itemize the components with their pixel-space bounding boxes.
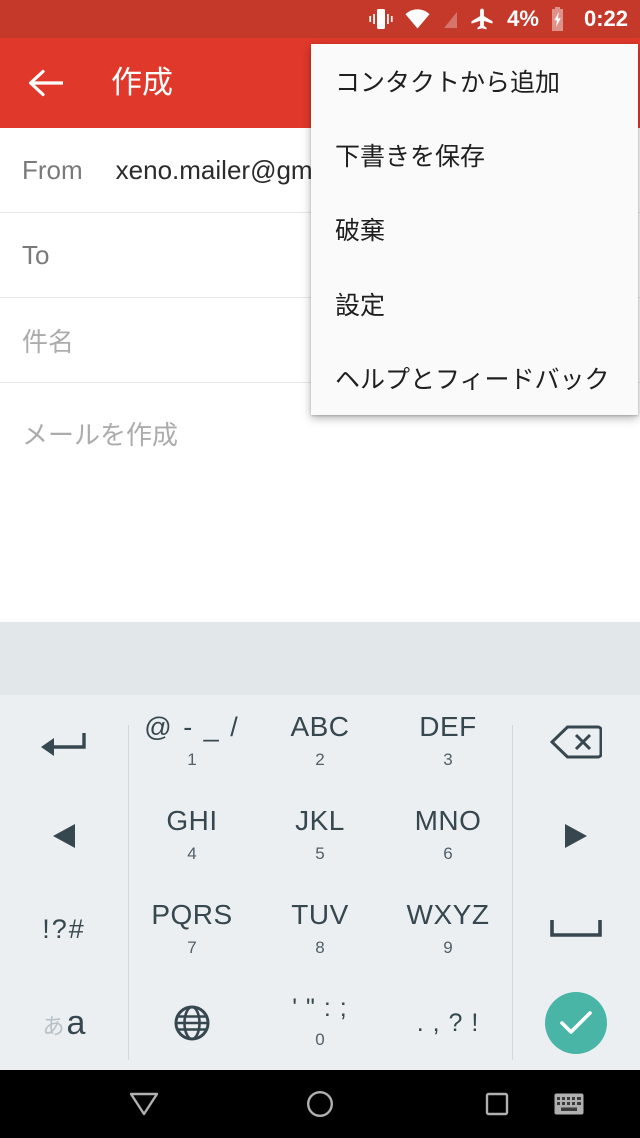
key-9[interactable]: WXYZ 9 xyxy=(384,883,512,977)
undo-key[interactable] xyxy=(0,695,128,789)
key-main-label: PQRS xyxy=(151,898,233,930)
key-main-label: GHI xyxy=(166,805,218,837)
from-value: xeno.mailer@gma xyxy=(115,154,328,185)
vibrate-icon xyxy=(369,9,393,29)
globe-key[interactable] xyxy=(128,976,256,1070)
battery-percent-label: 4% xyxy=(507,6,539,31)
body-placeholder: メールを作成 xyxy=(22,420,179,450)
nav-keyboard-button[interactable] xyxy=(535,1070,603,1138)
undo-arrow-icon xyxy=(41,732,86,756)
check-icon xyxy=(560,1011,592,1034)
language-toggle-key[interactable]: あ a xyxy=(0,976,128,1070)
key-1[interactable]: @ - _ / 1 xyxy=(128,695,256,789)
menu-item-add-from-contacts[interactable]: コンタクトから追加 xyxy=(311,44,638,118)
key-sub-label: 5 xyxy=(315,844,325,864)
back-button[interactable] xyxy=(22,58,72,108)
space-key[interactable] xyxy=(512,883,640,977)
keyboard-grid: @ - _ / 1 ABC 2 DEF 3 GHI 4 JKL 5 MNO 6 … xyxy=(0,695,640,1070)
kana-latin-icon: あ a xyxy=(43,1004,86,1043)
triangle-left-icon xyxy=(53,823,75,848)
globe-icon xyxy=(174,1005,210,1041)
key-main-label: WXYZ xyxy=(406,898,490,930)
cursor-right-key[interactable] xyxy=(512,789,640,883)
backspace-icon xyxy=(550,725,602,759)
page-title: 作成 xyxy=(111,65,173,100)
key-sub-label: 9 xyxy=(443,937,453,957)
menu-item-label: コンタクトから追加 xyxy=(335,69,561,98)
menu-item-label: 下書きを保存 xyxy=(335,143,486,172)
status-bar: 4% 0:22 xyxy=(0,0,640,38)
keyboard-suggestion-bar[interactable] xyxy=(0,622,640,695)
key-5[interactable]: JKL 5 xyxy=(256,789,384,883)
key-sub-label: 8 xyxy=(315,937,325,957)
key-4[interactable]: GHI 4 xyxy=(128,789,256,883)
menu-item-help-and-feedback[interactable]: ヘルプとフィードバック xyxy=(311,341,638,415)
key-sub-label: 6 xyxy=(443,844,453,864)
phone-screen: 4% 0:22 作成 From xeno.mailer@gma To 件名 メー… xyxy=(0,0,640,1138)
menu-item-label: 設定 xyxy=(335,291,386,320)
overflow-menu: コンタクトから追加 下書きを保存 破棄 設定 ヘルプとフィードバック xyxy=(311,44,638,415)
nav-back-button[interactable] xyxy=(110,1070,178,1138)
key-sub-label: 0 xyxy=(315,1030,325,1050)
latin-label: a xyxy=(66,1003,86,1042)
cursor-left-key[interactable] xyxy=(0,789,128,883)
subject-placeholder: 件名 xyxy=(22,326,75,357)
keyboard-icon xyxy=(554,1093,584,1115)
key-8[interactable]: TUV 8 xyxy=(256,883,384,977)
to-label: To xyxy=(22,239,50,270)
arrow-left-icon xyxy=(28,69,63,97)
key-sub-label: 2 xyxy=(315,750,325,770)
keyboard: @ - _ / 1 ABC 2 DEF 3 GHI 4 JKL 5 MNO 6 … xyxy=(0,695,640,1070)
menu-item-label: 破棄 xyxy=(335,217,386,246)
wifi-icon xyxy=(405,9,430,29)
menu-item-discard[interactable]: 破棄 xyxy=(311,192,638,266)
key-2[interactable]: ABC 2 xyxy=(256,695,384,789)
key-7[interactable]: PQRS 7 xyxy=(128,883,256,977)
circle-icon xyxy=(306,1090,334,1118)
key-main-label: TUV xyxy=(291,898,349,930)
backspace-key[interactable] xyxy=(512,695,640,789)
key-main-label: . , ? ! xyxy=(416,1008,480,1037)
key-6[interactable]: MNO 6 xyxy=(384,789,512,883)
key-sub-label: 7 xyxy=(187,937,197,957)
from-label: From xyxy=(22,154,83,185)
menu-item-save-draft[interactable]: 下書きを保存 xyxy=(311,118,638,192)
no-signal-icon xyxy=(441,9,459,29)
menu-item-label: ヘルプとフィードバック xyxy=(335,365,610,394)
menu-item-settings[interactable]: 設定 xyxy=(311,267,638,341)
key-main-label: DEF xyxy=(419,711,477,743)
key-sub-label: 3 xyxy=(443,750,453,770)
square-icon xyxy=(485,1092,509,1116)
status-bar-icons: 4% 0:22 xyxy=(368,0,628,38)
key-0[interactable]: ' " : ; 0 xyxy=(256,976,384,1070)
key-main-label: JKL xyxy=(295,805,345,837)
punctuation-key[interactable]: . , ? ! xyxy=(384,976,512,1070)
system-navigation-bar xyxy=(0,1070,640,1138)
key-main-label: MNO xyxy=(414,805,482,837)
key-3[interactable]: DEF 3 xyxy=(384,695,512,789)
key-main-label: !?# xyxy=(42,913,86,944)
triangle-right-icon xyxy=(565,823,587,848)
clock-label: 0:22 xyxy=(583,6,628,31)
kana-label: あ xyxy=(42,1013,65,1039)
nav-recents-button[interactable] xyxy=(463,1070,531,1138)
enter-key[interactable] xyxy=(512,976,640,1070)
key-main-label: ABC xyxy=(290,711,350,743)
triangle-down-icon xyxy=(129,1092,159,1116)
key-main-label: ' " : ; xyxy=(292,994,348,1023)
symbols-key[interactable]: !?# xyxy=(0,883,128,977)
key-sub-label: 1 xyxy=(187,749,197,769)
nav-home-button[interactable] xyxy=(286,1070,354,1138)
key-sub-label: 4 xyxy=(187,844,197,864)
enter-key-circle xyxy=(545,992,607,1055)
battery-charging-icon xyxy=(551,7,563,31)
airplane-mode-icon xyxy=(471,8,493,30)
key-main-label: @ - _ / xyxy=(144,711,240,742)
space-bar-icon xyxy=(550,920,602,938)
